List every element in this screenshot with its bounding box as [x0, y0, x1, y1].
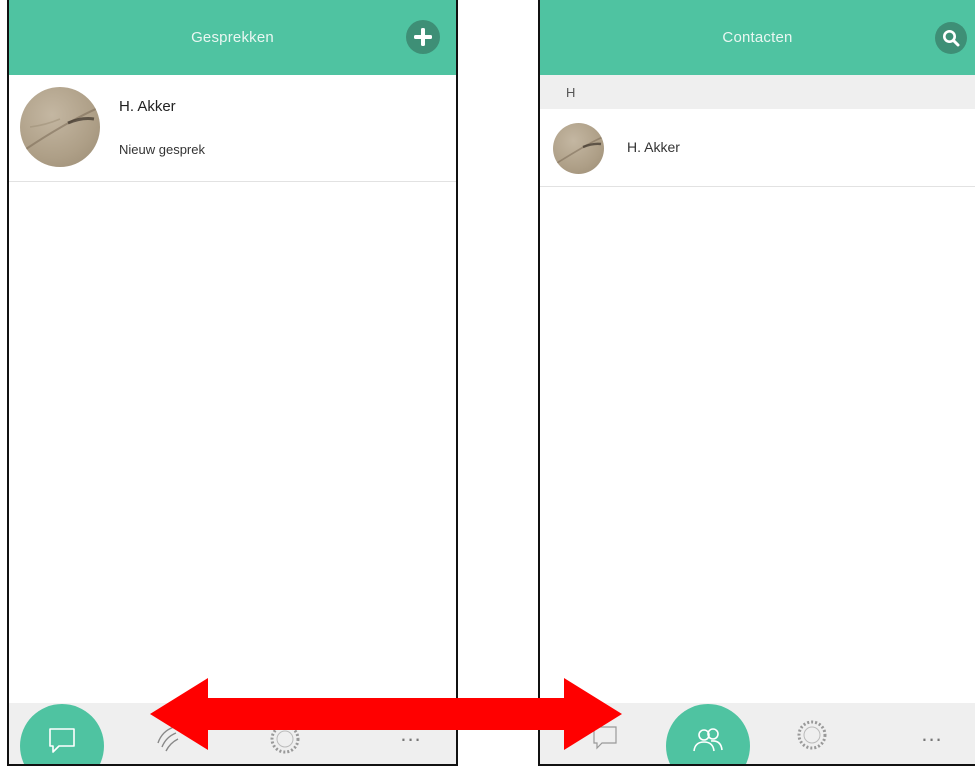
- contacts-screen: Contacten H H. Akker ...: [538, 0, 975, 766]
- contact-name: H. Akker: [627, 139, 680, 155]
- tab-more[interactable]: ...: [912, 721, 952, 746]
- contacts-icon: [693, 728, 723, 752]
- page-title: Gesprekken: [191, 29, 274, 46]
- contact-item[interactable]: H. Akker: [540, 109, 975, 187]
- section-header: H: [540, 75, 975, 109]
- avatar: [20, 87, 100, 167]
- search-icon: [943, 30, 960, 47]
- more-dots-icon: ...: [921, 721, 943, 746]
- plus-icon: [414, 28, 432, 46]
- search-button[interactable]: [935, 22, 967, 54]
- contacts-header: Contacten: [540, 0, 975, 75]
- conversations-header: Gesprekken: [9, 0, 456, 75]
- conversation-item[interactable]: H. Akker Nieuw gesprek: [9, 75, 456, 182]
- conversations-screen: Gesprekken H. Akker Nieuw gesprek ...: [7, 0, 458, 766]
- chat-bubble-icon: [49, 728, 75, 753]
- page-title: Contacten: [722, 29, 793, 46]
- avatar: [553, 123, 604, 174]
- tab-conversations[interactable]: [20, 704, 104, 764]
- tab-settings[interactable]: [794, 717, 830, 753]
- tab-contacts[interactable]: [666, 704, 750, 764]
- seal-icon: [797, 720, 827, 750]
- new-conversation-button[interactable]: [406, 20, 440, 54]
- conversation-subtitle: Nieuw gesprek: [119, 142, 205, 157]
- conversation-name: H. Akker: [119, 98, 176, 115]
- double-arrow-icon: [150, 678, 622, 750]
